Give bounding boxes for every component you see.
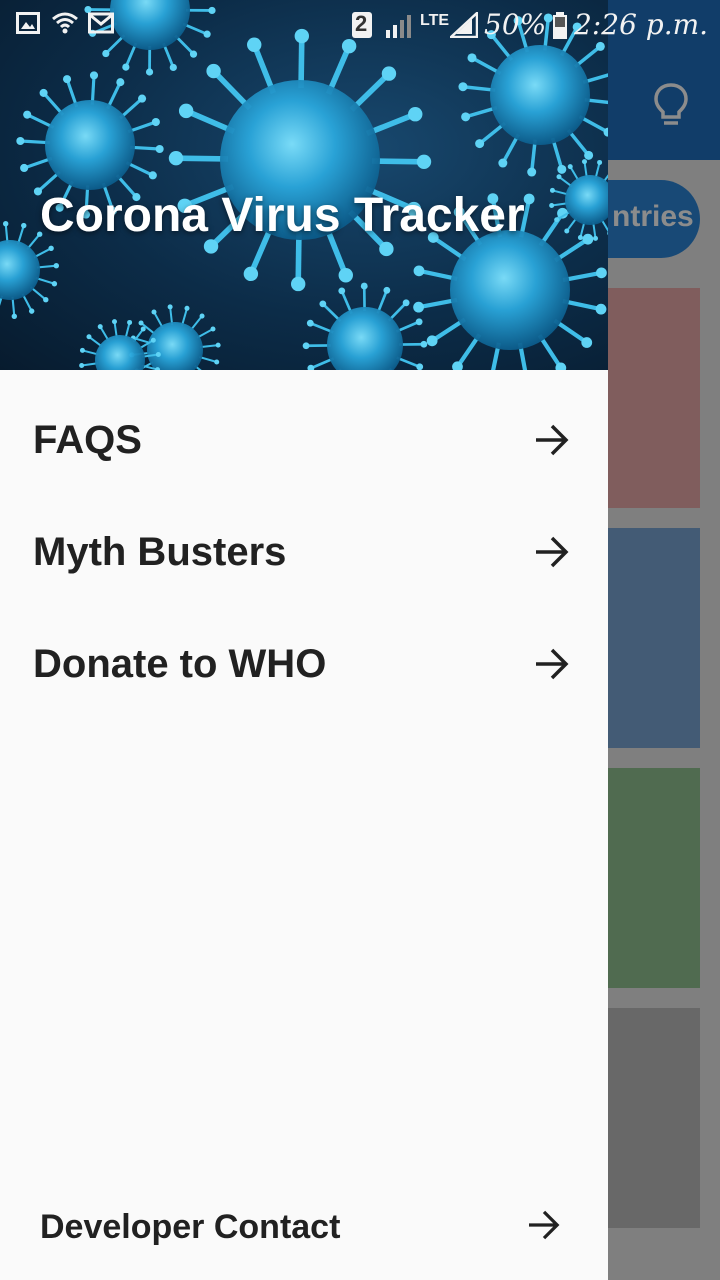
arrow-right-icon xyxy=(536,536,569,568)
virus-background-image xyxy=(0,0,608,370)
menu-item-myth-busters[interactable]: Myth Busters xyxy=(0,496,608,608)
battery-percent: 50% xyxy=(484,8,547,41)
menu-item-faqs[interactable]: FAQS xyxy=(0,384,608,496)
signal-icon xyxy=(386,15,411,38)
menu-item-donate-to-who[interactable]: Donate to WHO xyxy=(0,608,608,720)
network-type: LTE xyxy=(420,12,450,29)
arrow-right-icon xyxy=(536,648,569,680)
arrow-right-icon xyxy=(536,424,569,456)
menu-item-label: Developer Contact xyxy=(40,1208,341,1246)
menu-item-label: Donate to WHO xyxy=(33,642,327,686)
arrow-right-icon xyxy=(529,1210,560,1240)
drawer-header: Corona Virus Tracker xyxy=(0,0,608,370)
wifi-icon xyxy=(52,12,78,34)
menu-item-label: FAQS xyxy=(33,418,142,462)
menu-item-label: Myth Busters xyxy=(33,530,287,574)
menu-item-developer-contact[interactable]: Developer Contact xyxy=(0,1184,608,1270)
sim-number: 2 xyxy=(355,11,368,36)
navigation-drawer: Corona Virus Tracker FAQS Myth Busters D… xyxy=(0,0,608,1280)
status-bar: 2 LTE 50% 2:26 p.m. xyxy=(0,0,720,48)
signal-icon xyxy=(450,12,478,38)
battery-icon xyxy=(553,12,567,39)
gallery-icon xyxy=(16,12,40,34)
clock: 2:26 p.m. xyxy=(574,8,709,41)
drawer-title: Corona Virus Tracker xyxy=(40,189,525,242)
mail-icon xyxy=(88,12,114,34)
